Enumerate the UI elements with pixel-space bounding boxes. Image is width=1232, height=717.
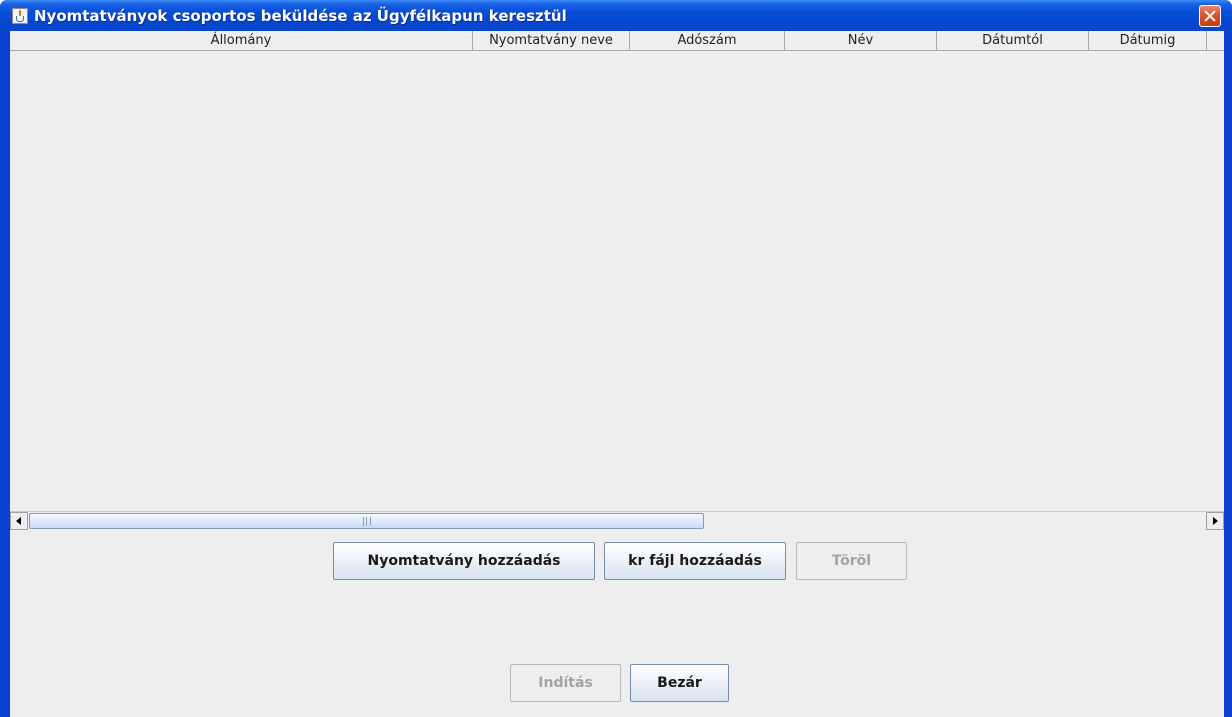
start-button[interactable]: Indítás	[510, 664, 621, 702]
scroll-right-icon[interactable]	[1206, 512, 1224, 530]
scroll-thumb[interactable]	[29, 513, 704, 529]
horizontal-scrollbar[interactable]	[10, 511, 1224, 530]
java-cup-icon	[12, 8, 28, 24]
grip-icon	[363, 517, 371, 526]
column-header-datumtol[interactable]: Dátumtól	[937, 31, 1089, 51]
window-title: Nyomtatványok csoportos beküldése az Ügy…	[34, 7, 567, 25]
dialog-content: Állomány Nyomtatvány neve Adószám Név Dá…	[10, 31, 1224, 717]
add-kr-file-button[interactable]: kr fájl hozzáadás	[604, 542, 786, 580]
scroll-left-icon[interactable]	[10, 512, 28, 530]
column-header-allomany[interactable]: Állomány	[10, 31, 473, 51]
table-header: Állomány Nyomtatvány neve Adószám Név Dá…	[10, 31, 1224, 51]
column-header-nev[interactable]: Név	[785, 31, 937, 51]
column-header-adoszam[interactable]: Adószám	[630, 31, 785, 51]
delete-button[interactable]: Töröl	[796, 542, 907, 580]
table-body[interactable]	[10, 51, 1224, 541]
title-bar[interactable]: Nyomtatványok csoportos beküldése az Ügy…	[0, 0, 1232, 31]
column-header-nyomtatvany-neve[interactable]: Nyomtatvány neve	[473, 31, 630, 51]
close-icon[interactable]	[1199, 5, 1221, 27]
column-header-datumig[interactable]: Dátumig	[1089, 31, 1207, 51]
add-form-button[interactable]: Nyomtatvány hozzáadás	[333, 542, 595, 580]
close-button[interactable]: Bezár	[630, 664, 729, 702]
dialog-window: Nyomtatványok csoportos beküldése az Ügy…	[0, 0, 1232, 717]
